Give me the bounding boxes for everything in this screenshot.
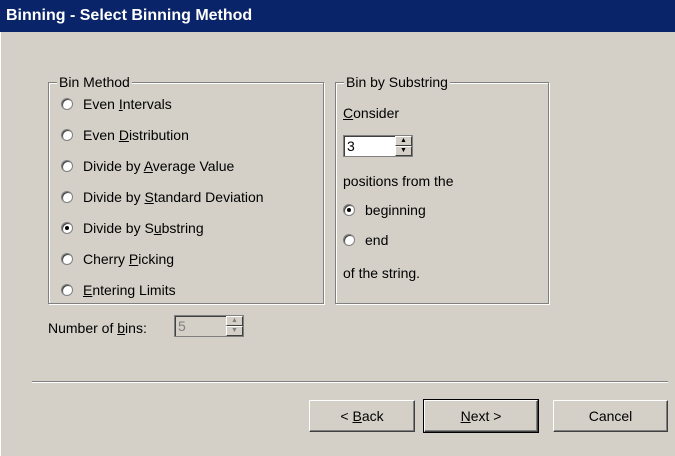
radio-icon[interactable] [61,253,73,265]
number-of-bins-spinner[interactable]: 5 ▲ ▼ [174,315,244,337]
bin-method-option-label: Divide by Substring [83,220,204,236]
bin-method-option[interactable]: Even Intervals [61,93,172,115]
end-radio[interactable]: end [343,229,388,251]
beginning-radio-icon[interactable] [343,204,355,216]
spin-down-icon[interactable]: ▼ [226,326,243,336]
radio-icon[interactable] [61,160,73,172]
beginning-radio[interactable]: beginning [343,199,426,221]
bin-method-option-label: Cherry Picking [83,251,175,267]
bin-method-option[interactable]: Divide by Substring [61,217,204,239]
end-radio-icon[interactable] [343,234,355,246]
radio-icon[interactable] [61,129,73,141]
bin-method-option[interactable]: Even Distribution [61,124,189,146]
radio-icon[interactable] [61,284,73,296]
separator [32,381,668,383]
bin-method-legend: Bin Method [57,74,132,90]
bin-method-option-label: Divide by Average Value [83,158,235,174]
radio-icon[interactable] [61,222,73,234]
next-button[interactable]: Next > [423,399,539,433]
title-bar: Binning - Select Binning Method [0,0,675,32]
bin-by-substring-group: Bin by Substring Consider 3 ▲ ▼ position… [335,74,549,304]
bin-method-option[interactable]: Divide by Average Value [61,155,234,177]
positions-spinner[interactable]: 3 ▲ ▼ [343,135,413,157]
bin-method-option[interactable]: Divide by Standard Deviation [61,186,264,208]
positions-value[interactable]: 3 [344,136,395,156]
bin-by-substring-legend: Bin by Substring [344,74,450,90]
end-label: end [365,232,389,248]
radio-icon[interactable] [61,191,73,203]
bin-method-option[interactable]: Cherry Picking [61,248,174,270]
bin-method-option-label: Divide by Standard Deviation [83,189,264,205]
number-of-bins-label: Number of bins: [48,320,147,336]
bin-method-option-label: Entering Limits [83,282,176,298]
spin-down-icon[interactable]: ▼ [395,146,412,156]
window-title: Binning - Select Binning Method [6,7,253,24]
spin-up-icon[interactable]: ▲ [395,136,412,146]
bin-method-option[interactable]: Entering Limits [61,279,176,301]
radio-icon[interactable] [61,98,73,110]
number-of-bins-value[interactable]: 5 [175,316,226,336]
bin-method-group: Bin Method Even Intervals Even Distributi… [48,74,324,304]
back-button[interactable]: < Back [309,400,415,432]
of-the-string-label: of the string. [343,265,421,281]
positions-from-label: positions from the [343,173,454,189]
consider-label: Consider [343,105,400,121]
cancel-button[interactable]: Cancel [553,400,668,432]
bin-method-option-label: Even Distribution [83,127,189,143]
spin-up-icon[interactable]: ▲ [226,316,243,326]
bin-method-option-label: Even Intervals [83,96,172,112]
beginning-label: beginning [365,202,426,218]
